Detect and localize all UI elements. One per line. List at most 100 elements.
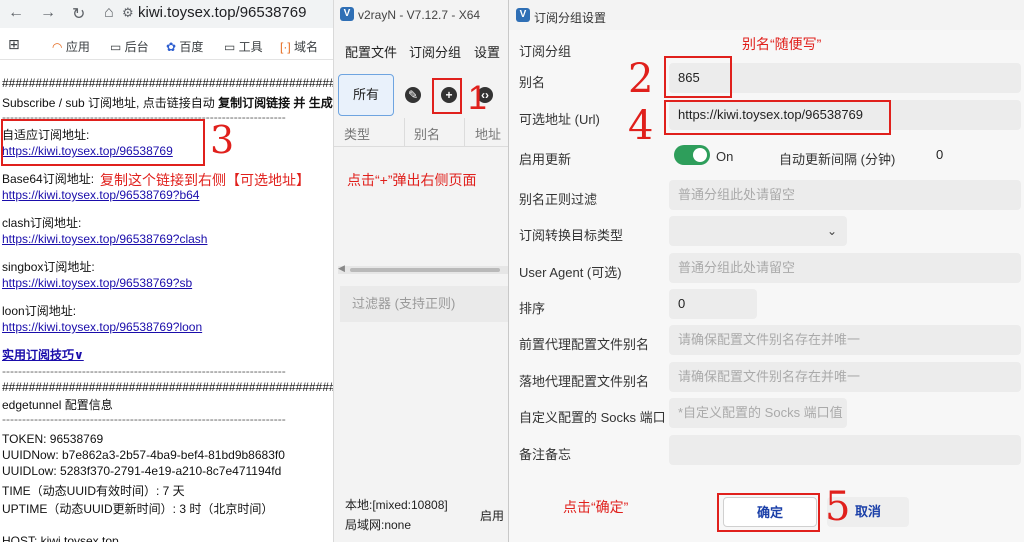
convert-target-select[interactable]: ⌄	[669, 216, 847, 246]
enable-update-toggle[interactable]	[674, 145, 710, 165]
dash-divider-2: ----------------------------------------…	[2, 364, 286, 378]
bookmark-apps[interactable]: ◠ 应用	[52, 38, 90, 55]
alias-regex-label: 别名正则过滤	[519, 192, 598, 207]
dialog-titlebar: V 订阅分组设置	[509, 0, 1024, 30]
column-divider	[334, 146, 511, 147]
annotation-alias-hint: 别名“随便写”	[742, 36, 822, 52]
url-label: 可选地址 (Url)	[519, 112, 600, 127]
forward-icon[interactable]: →	[40, 4, 56, 22]
info-uuid-low: UUIDLow: 5283f370-2791-4e19-a210-8c7e471…	[2, 464, 282, 478]
reload-icon[interactable]: ↻	[72, 4, 85, 24]
subscribe-intro: Subscribe / sub 订阅地址, 点击链接自动 复制订阅链接 并 生成…	[2, 96, 345, 110]
toggle-knob	[693, 148, 707, 162]
landing-proxy-label: 落地代理配置文件别名	[519, 374, 650, 389]
bookmark-admin[interactable]: ▭ 后台	[110, 38, 149, 55]
tips-link[interactable]: 实用订阅技巧∨	[2, 346, 84, 363]
base64-label: Base64订阅地址:	[2, 172, 95, 186]
hash-divider: ########################################…	[2, 76, 376, 90]
sub-group-dialog: V 订阅分组设置 订阅分组 别名 865 可选地址 (Url) https://…	[508, 0, 1024, 542]
annotation-box-plus	[432, 78, 462, 114]
toggle-state: On	[716, 149, 734, 164]
status-enable[interactable]: 启用	[480, 507, 504, 524]
tab-all[interactable]: 所有	[338, 74, 394, 116]
home-icon[interactable]: ⌂	[104, 4, 114, 22]
singbox-label: singbox订阅地址:	[2, 260, 95, 274]
hash-divider-2: ########################################…	[2, 380, 376, 394]
v2rayn-title: v2rayN - V7.12.7 - X64	[358, 8, 481, 22]
info-uptime: UPTIME（动态UUID更新时间）: 3 时（北京时间）	[2, 502, 274, 516]
annotation-num-1: 1	[468, 79, 487, 117]
sort-input[interactable]: 0	[669, 289, 757, 319]
dash-divider-3: ----------------------------------------…	[2, 412, 286, 426]
clash-label: clash订阅地址:	[2, 216, 82, 230]
edit-icon[interactable]: ✎	[405, 87, 421, 103]
prev-proxy-input[interactable]: 请确保配置文件别名存在并唯一	[669, 325, 1021, 355]
v2rayn-logo-icon: V	[340, 7, 354, 21]
browser-window: ← → ↻ ⌂ ⚙ kiwi.toysex.top/96538769 ⊞ ◠ 应…	[0, 0, 376, 542]
site-settings-icon[interactable]: ⚙	[122, 5, 134, 21]
menu-sub-group[interactable]: 订阅分组	[409, 42, 461, 61]
bookmarks-bar: ⊞ ◠ 应用 ▭ 后台 ✿ 百度 ▭ 工具 [·] 域名	[0, 30, 340, 60]
col-alias[interactable]: 别名	[414, 124, 440, 143]
user-agent-label: User Agent (可选)	[519, 265, 622, 280]
annotation-ok-hint: 点击“确定”	[563, 499, 629, 515]
alias-label: 别名	[519, 75, 546, 90]
browser-toolbar: ← → ↻ ⌂ ⚙ kiwi.toysex.top/96538769	[0, 0, 340, 28]
status-lan: 局域网:none	[345, 518, 412, 532]
bracket-icon: [·]	[280, 40, 291, 54]
info-uuid-now: UUIDNow: b7e862a3-2b57-4ba9-bef4-81bd9b8…	[2, 448, 285, 462]
annotation-num-4: 4	[628, 103, 654, 149]
filter-input[interactable]: 过滤器 (支持正则)	[340, 286, 510, 322]
annotation-plus-hint: 点击“+”弹出右侧页面	[347, 172, 477, 188]
info-time: TIME（动态UUID有效时间）: 7 天	[2, 484, 185, 498]
scroll-left-icon[interactable]: ◀	[338, 263, 345, 274]
dialog-title: 订阅分组设置	[534, 11, 607, 25]
auto-interval-input[interactable]: 0	[927, 140, 1021, 170]
v2rayn-titlebar: V v2rayN - V7.12.7 - X64	[334, 0, 511, 30]
landing-proxy-input[interactable]: 请确保配置文件别名存在并唯一	[669, 362, 1021, 392]
info-token: TOKEN: 96538769	[2, 432, 104, 446]
annotation-box-ok	[717, 493, 820, 532]
bookmark-tools[interactable]: ▭ 工具	[224, 38, 263, 55]
memo-label: 备注备忘	[519, 447, 572, 462]
dialog-logo-icon: V	[516, 8, 530, 22]
h-scrollbar[interactable]: ◀	[338, 263, 511, 274]
baidu-paw-icon: ✿	[166, 40, 177, 54]
loon-label: loon订阅地址:	[2, 304, 77, 318]
address-bar[interactable]: kiwi.toysex.top/96538769	[138, 2, 338, 24]
singbox-link[interactable]: https://kiwi.toysex.top/96538769?sb	[2, 276, 192, 290]
annotation-num-5: 5	[825, 484, 851, 530]
alias-regex-input[interactable]: 普通分组此处请留空	[669, 180, 1021, 210]
bookmark-baidu[interactable]: ✿ 百度	[166, 38, 203, 55]
col-address[interactable]: 地址	[475, 124, 501, 143]
enable-update-label: 启用更新	[519, 152, 572, 167]
menu-settings[interactable]: 设置	[474, 42, 500, 61]
auto-interval-label: 自动更新间隔 (分钟)	[779, 152, 896, 167]
col-type[interactable]: 类型	[344, 124, 370, 143]
base64-link[interactable]: https://kiwi.toysex.top/96538769?b64	[2, 188, 199, 202]
apps-grid-icon[interactable]: ⊞	[8, 36, 20, 53]
scrollbar-thumb[interactable]	[350, 268, 500, 272]
menu-profiles[interactable]: 配置文件	[345, 42, 397, 61]
annotation-box-url	[664, 100, 891, 135]
bookmark-domain[interactable]: [·] 域名	[280, 38, 318, 55]
section-heading: 订阅分组	[519, 44, 572, 59]
user-agent-input[interactable]: 普通分组此处请留空	[669, 253, 1021, 283]
annotation-box-alias	[664, 56, 732, 98]
col-sep-1	[404, 118, 405, 146]
clash-link[interactable]: https://kiwi.toysex.top/96538769?clash	[2, 232, 207, 246]
info-host: HOST: kiwi.toysex.top	[2, 534, 119, 542]
annotation-num-2: 2	[628, 56, 654, 102]
back-icon[interactable]: ←	[8, 4, 24, 22]
convert-target-label: 订阅转换目标类型	[519, 228, 624, 243]
memo-input[interactable]	[669, 435, 1021, 465]
edgetunnel-heading: edgetunnel 配置信息	[2, 398, 113, 412]
screen: ← → ↻ ⌂ ⚙ kiwi.toysex.top/96538769 ⊞ ◠ 应…	[0, 0, 1024, 542]
socks-port-input[interactable]: *自定义配置的 Socks 端口值	[669, 398, 847, 428]
annotation-num-3: 3	[210, 118, 235, 162]
status-local: 本地:[mixed:10808]	[345, 498, 448, 512]
annotation-copy-hint: 复制这个链接到右侧【可选地址】	[100, 172, 310, 188]
annotation-box-link	[1, 119, 205, 166]
loon-link[interactable]: https://kiwi.toysex.top/96538769?loon	[2, 320, 202, 334]
chevron-down-icon: ⌄	[826, 224, 837, 238]
